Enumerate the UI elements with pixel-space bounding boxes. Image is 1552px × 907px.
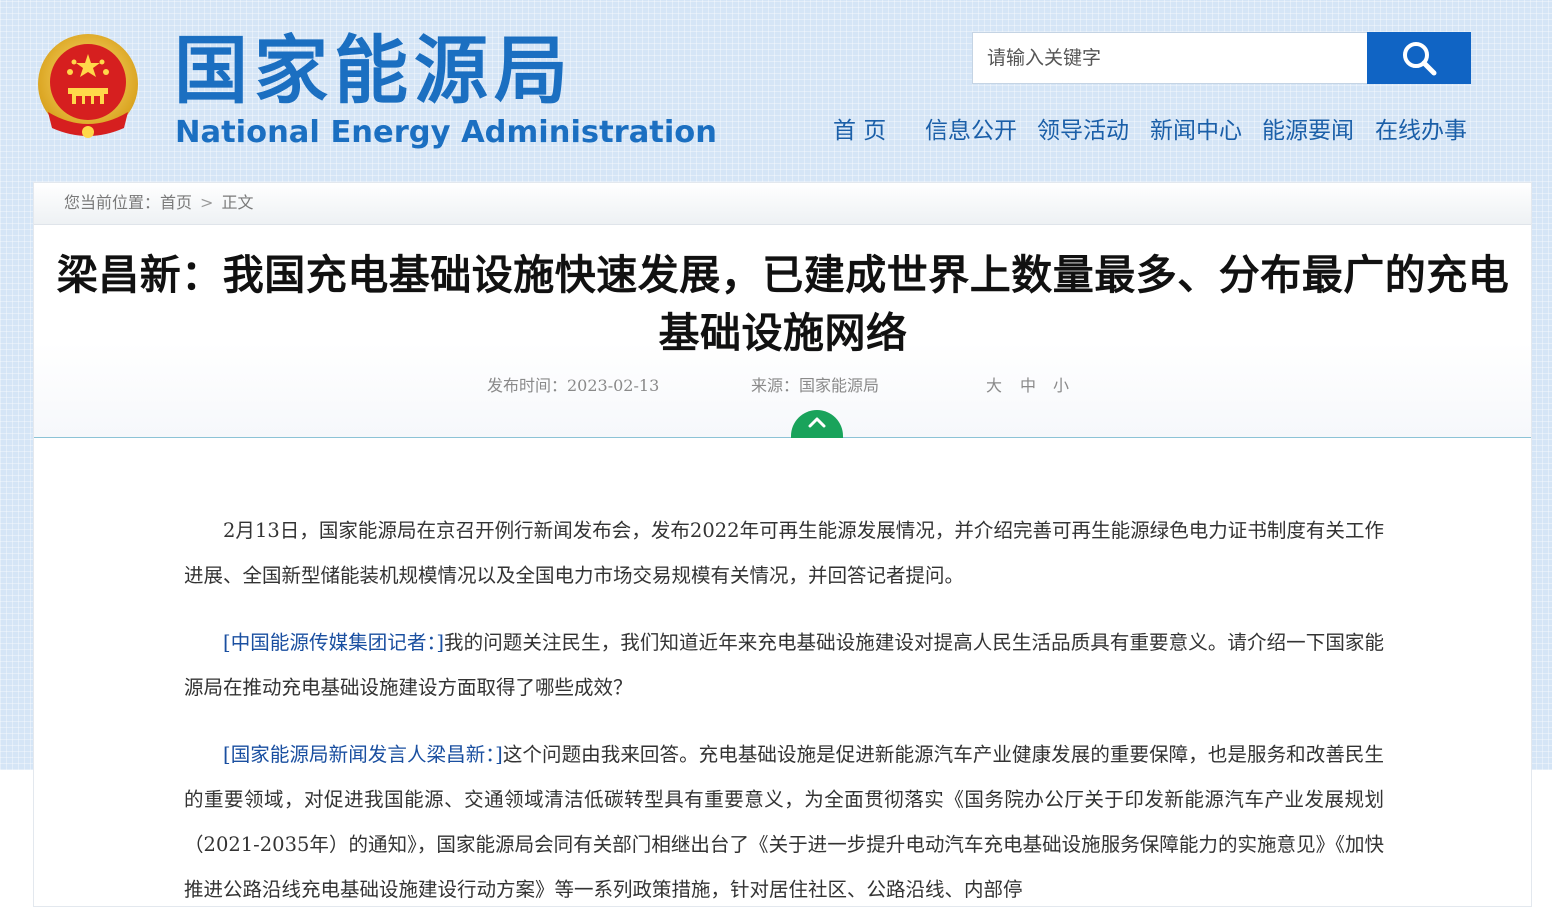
paragraph-text: 2月13日，国家能源局在京召开例行新闻发布会，发布2022年可再生能源发展情况，… bbox=[184, 519, 1384, 587]
breadcrumb-prefix: 您当前位置： bbox=[64, 193, 161, 212]
font-size-medium[interactable]: 中 bbox=[1020, 374, 1036, 398]
font-size-small[interactable]: 小 bbox=[1053, 374, 1069, 398]
article-paragraph: [中国能源传媒集团记者：]我的问题关注民生，我们知道近年来充电基础设施建设对提高… bbox=[184, 620, 1384, 710]
search-button[interactable] bbox=[1367, 32, 1471, 84]
breadcrumb-current: 正文 bbox=[221, 193, 254, 212]
article-paragraph: [国家能源局新闻发言人梁昌新：]这个问题由我来回答。充电基础设施是促进新能源汽车… bbox=[184, 732, 1384, 907]
chevron-up-icon bbox=[808, 417, 826, 428]
national-emblem-logo bbox=[34, 32, 142, 144]
nav-item-leadership[interactable]: 领导活动 bbox=[1037, 110, 1129, 152]
breadcrumb: 您当前位置：首页 > 正文 bbox=[34, 183, 1531, 225]
paragraph-text: 这个问题由我来回答。充电基础设施是促进新能源汽车产业健康发展的重要保障，也是服务… bbox=[184, 743, 1384, 901]
article-header: 梁昌新：我国充电基础设施快速发展，已建成世界上数量最多、分布最广的充电基础设施网… bbox=[34, 226, 1531, 438]
nav-item-news[interactable]: 新闻中心 bbox=[1150, 110, 1242, 152]
breadcrumb-home-link[interactable]: 首页 bbox=[160, 193, 192, 212]
site-logo-chinese: 国家能源局 bbox=[174, 28, 574, 114]
search-box bbox=[972, 32, 1368, 84]
nav-item-online-services[interactable]: 在线办事 bbox=[1375, 110, 1467, 152]
publish-time: 发布时间：2023-02-13 bbox=[487, 376, 660, 395]
content-card: 您当前位置：首页 > 正文 梁昌新：我国充电基础设施快速发展，已建成世界上数量最多、… bbox=[33, 182, 1532, 907]
article-body: 2月13日，国家能源局在京召开例行新闻发布会，发布2022年可再生能源发展情况，… bbox=[184, 508, 1384, 907]
nav-item-energy-news[interactable]: 能源要闻 bbox=[1262, 110, 1354, 152]
site-logo-english: National Energy Administration bbox=[175, 115, 717, 150]
article-paragraph: 2月13日，国家能源局在京召开例行新闻发布会，发布2022年可再生能源发展情况，… bbox=[184, 508, 1384, 598]
speaker-label: [国家能源局新闻发言人梁昌新：] bbox=[223, 743, 503, 766]
speaker-label: [中国能源传媒集团记者：] bbox=[223, 631, 444, 654]
font-size-large[interactable]: 大 bbox=[986, 374, 1002, 398]
breadcrumb-separator: > bbox=[200, 193, 214, 212]
nav-item-home[interactable]: 首 页 bbox=[833, 110, 886, 152]
collapse-toggle[interactable] bbox=[791, 410, 843, 438]
article-title: 梁昌新：我国充电基础设施快速发展，已建成世界上数量最多、分布最广的充电基础设施网… bbox=[56, 251, 1510, 357]
search-input[interactable] bbox=[973, 33, 1367, 83]
article-source: 来源：国家能源局 bbox=[751, 376, 880, 395]
search-icon bbox=[1403, 42, 1437, 76]
nav-item-information[interactable]: 信息公开 bbox=[925, 110, 1017, 152]
